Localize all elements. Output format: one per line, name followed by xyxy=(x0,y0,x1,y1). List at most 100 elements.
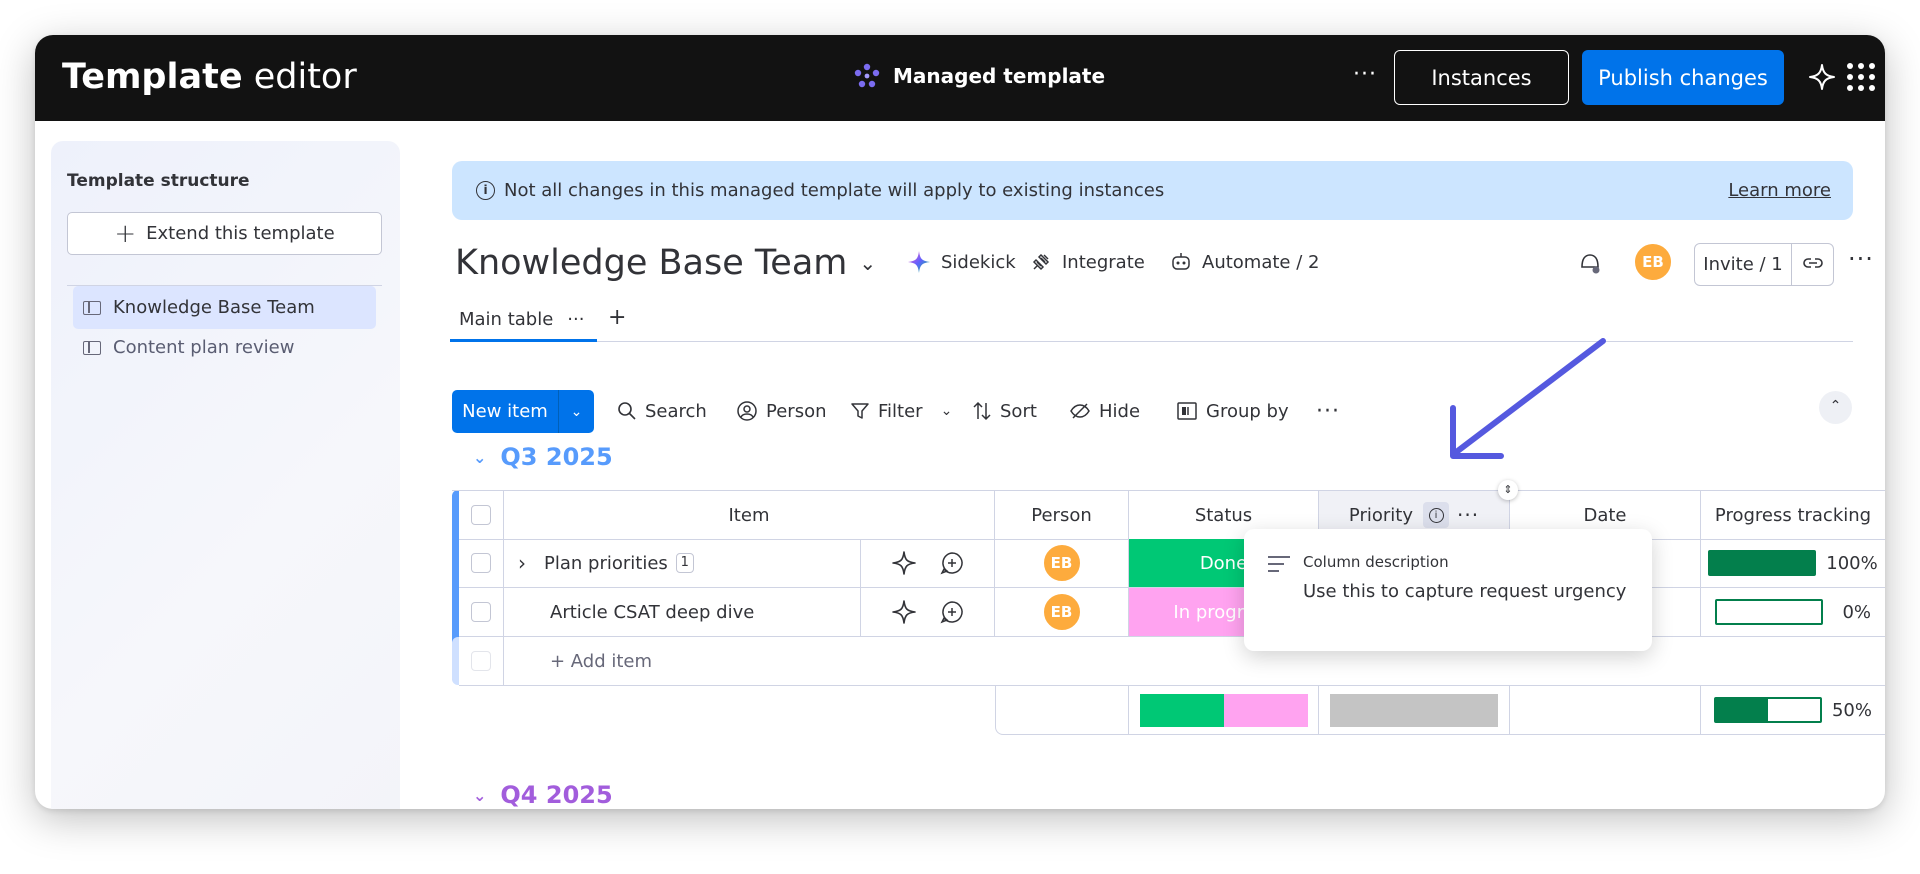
header-avatar[interactable]: EB xyxy=(1635,244,1671,280)
collapse-header-button[interactable]: ⌃ xyxy=(1819,391,1852,424)
tab-main-table[interactable]: Main table ··· xyxy=(450,299,597,342)
filter-label: Filter xyxy=(878,400,923,422)
status-summary-done xyxy=(1139,693,1224,727)
status-summary-progress xyxy=(1223,693,1308,727)
chevron-down-icon[interactable]: ⌄ xyxy=(559,404,594,420)
managed-template-icon xyxy=(854,63,880,88)
hide-button[interactable]: Hide xyxy=(1069,394,1140,428)
extend-template-button[interactable]: + Extend this template xyxy=(67,212,382,255)
sidebar-item-knowledge-base-team[interactable]: Knowledge Base Team xyxy=(73,286,376,329)
item-name-cell[interactable]: Article CSAT deep dive xyxy=(504,588,861,637)
invite-label: Invite / 1 xyxy=(1695,244,1792,285)
column-resize-handle[interactable]: ⇕ xyxy=(1498,480,1518,500)
progress-percent: 50% xyxy=(1831,699,1872,721)
group-color-bar-light xyxy=(452,637,459,685)
sort-button[interactable]: Sort xyxy=(972,394,1037,428)
table-row: Article CSAT deep dive EB In progress 0% xyxy=(452,588,1885,637)
group-by-button[interactable]: Group by xyxy=(1176,394,1289,428)
robot-icon xyxy=(1172,253,1190,270)
info-icon: i xyxy=(476,181,495,200)
group-header-q3[interactable]: ⌄ Q3 2025 xyxy=(473,443,613,471)
row-checkbox[interactable] xyxy=(471,602,491,622)
sidekick-label: Sidekick xyxy=(941,251,1016,273)
summary-row: 50% xyxy=(452,686,1885,735)
column-header-progress[interactable]: Progress tracking xyxy=(1701,491,1885,540)
sparkle-icon[interactable] xyxy=(1807,62,1837,92)
integrate-button[interactable]: Integrate xyxy=(1030,239,1145,285)
sidekick-button[interactable]: Sidekick xyxy=(907,239,1016,285)
add-view-button[interactable]: + xyxy=(608,305,626,330)
person-icon xyxy=(737,401,757,421)
info-icon[interactable]: i xyxy=(1423,502,1449,528)
sort-icon xyxy=(973,401,991,421)
column-description-popover: Column description Use this to capture r… xyxy=(1244,529,1652,651)
publish-changes-button[interactable]: Publish changes xyxy=(1582,50,1784,105)
summary-status-cell[interactable] xyxy=(1129,686,1319,735)
automate-label: Automate / 2 xyxy=(1202,251,1320,273)
instances-button[interactable]: Instances xyxy=(1394,50,1569,105)
updates-icon[interactable] xyxy=(1577,250,1603,276)
top-bar: Template editor Managed template ··· Ins… xyxy=(35,35,1885,121)
board-more-button[interactable]: ··· xyxy=(1848,245,1874,273)
sparkle-icon[interactable] xyxy=(891,599,917,625)
column-more-button[interactable]: ··· xyxy=(1457,503,1479,527)
popover-text: Use this to capture request urgency xyxy=(1303,581,1627,602)
view-tabs: Main table ··· + xyxy=(450,299,1853,342)
toolbar-more-button[interactable]: ··· xyxy=(1316,394,1340,428)
progress-bar xyxy=(1713,697,1822,723)
priority-label: Priority xyxy=(1348,504,1413,526)
summary-date-cell xyxy=(1510,686,1701,735)
item-name: Plan priorities xyxy=(544,552,668,574)
new-item-button[interactable]: New item ⌄ xyxy=(452,390,594,433)
sidebar-item-label: Knowledge Base Team xyxy=(113,297,315,318)
app-title: Template editor xyxy=(62,57,357,97)
tab-more-button[interactable]: ··· xyxy=(567,309,584,330)
add-update-icon[interactable] xyxy=(939,599,965,625)
top-more-button[interactable]: ··· xyxy=(1347,62,1383,92)
chevron-down-icon[interactable]: ⌄ xyxy=(941,403,953,419)
plug-icon xyxy=(1032,253,1050,271)
banner-text: Not all changes in this managed template… xyxy=(504,180,1165,201)
progress-cell: 0% xyxy=(1701,588,1885,637)
person-cell[interactable]: EB xyxy=(995,588,1129,637)
invite-button[interactable]: Invite / 1 xyxy=(1694,243,1834,286)
add-item-input[interactable]: + Add item xyxy=(504,637,1885,686)
managed-template-label: Managed template xyxy=(853,62,1105,90)
progress-bar xyxy=(1715,599,1823,625)
chevron-down-icon[interactable]: ⌄ xyxy=(473,448,486,467)
group-title: Q4 2025 xyxy=(500,781,613,809)
new-item-label: New item xyxy=(452,390,559,433)
item-actions-cell xyxy=(861,588,995,637)
table-row: › Plan priorities 1 EB Done 100% xyxy=(452,539,1885,588)
priority-summary-bar xyxy=(1330,693,1498,727)
column-header-item[interactable]: Item xyxy=(504,491,995,540)
subitem-count-badge: 1 xyxy=(675,553,694,573)
group-header-q4[interactable]: ⌄ Q4 2025 xyxy=(473,781,613,809)
chevron-down-icon[interactable]: ⌄ xyxy=(473,786,486,805)
add-update-icon[interactable] xyxy=(939,550,965,576)
copy-link-icon[interactable] xyxy=(1792,254,1833,275)
summary-progress-cell: 50% xyxy=(1701,686,1885,735)
search-button[interactable]: Search xyxy=(617,394,707,428)
progress-percent: 100% xyxy=(1826,552,1878,574)
automate-button[interactable]: Automate / 2 xyxy=(1170,239,1319,285)
learn-more-link[interactable]: Learn more xyxy=(1728,180,1831,201)
select-all-checkbox[interactable] xyxy=(471,505,491,525)
filter-button[interactable]: Filter ⌄ xyxy=(850,394,952,428)
column-header-person[interactable]: Person xyxy=(995,491,1129,540)
summary-priority-cell[interactable] xyxy=(1319,686,1510,735)
chevron-right-icon[interactable]: › xyxy=(518,551,526,575)
sidebar-item-content-plan-review[interactable]: Content plan review xyxy=(73,326,376,369)
board-title[interactable]: Knowledge Base Team ⌄ xyxy=(455,243,876,283)
avatar: EB xyxy=(1635,244,1671,280)
integrate-label: Integrate xyxy=(1062,251,1145,273)
sparkle-icon[interactable] xyxy=(891,550,917,576)
item-name-cell[interactable]: › Plan priorities 1 xyxy=(504,539,861,588)
row-checkbox[interactable] xyxy=(471,553,491,573)
person-filter-button[interactable]: Person xyxy=(736,394,827,428)
person-cell[interactable]: EB xyxy=(995,539,1129,588)
apps-grid-icon[interactable] xyxy=(1847,63,1875,91)
add-item-row: + Add item xyxy=(452,637,1885,686)
select-all-cell xyxy=(459,491,504,540)
group-by-icon xyxy=(1177,402,1197,420)
